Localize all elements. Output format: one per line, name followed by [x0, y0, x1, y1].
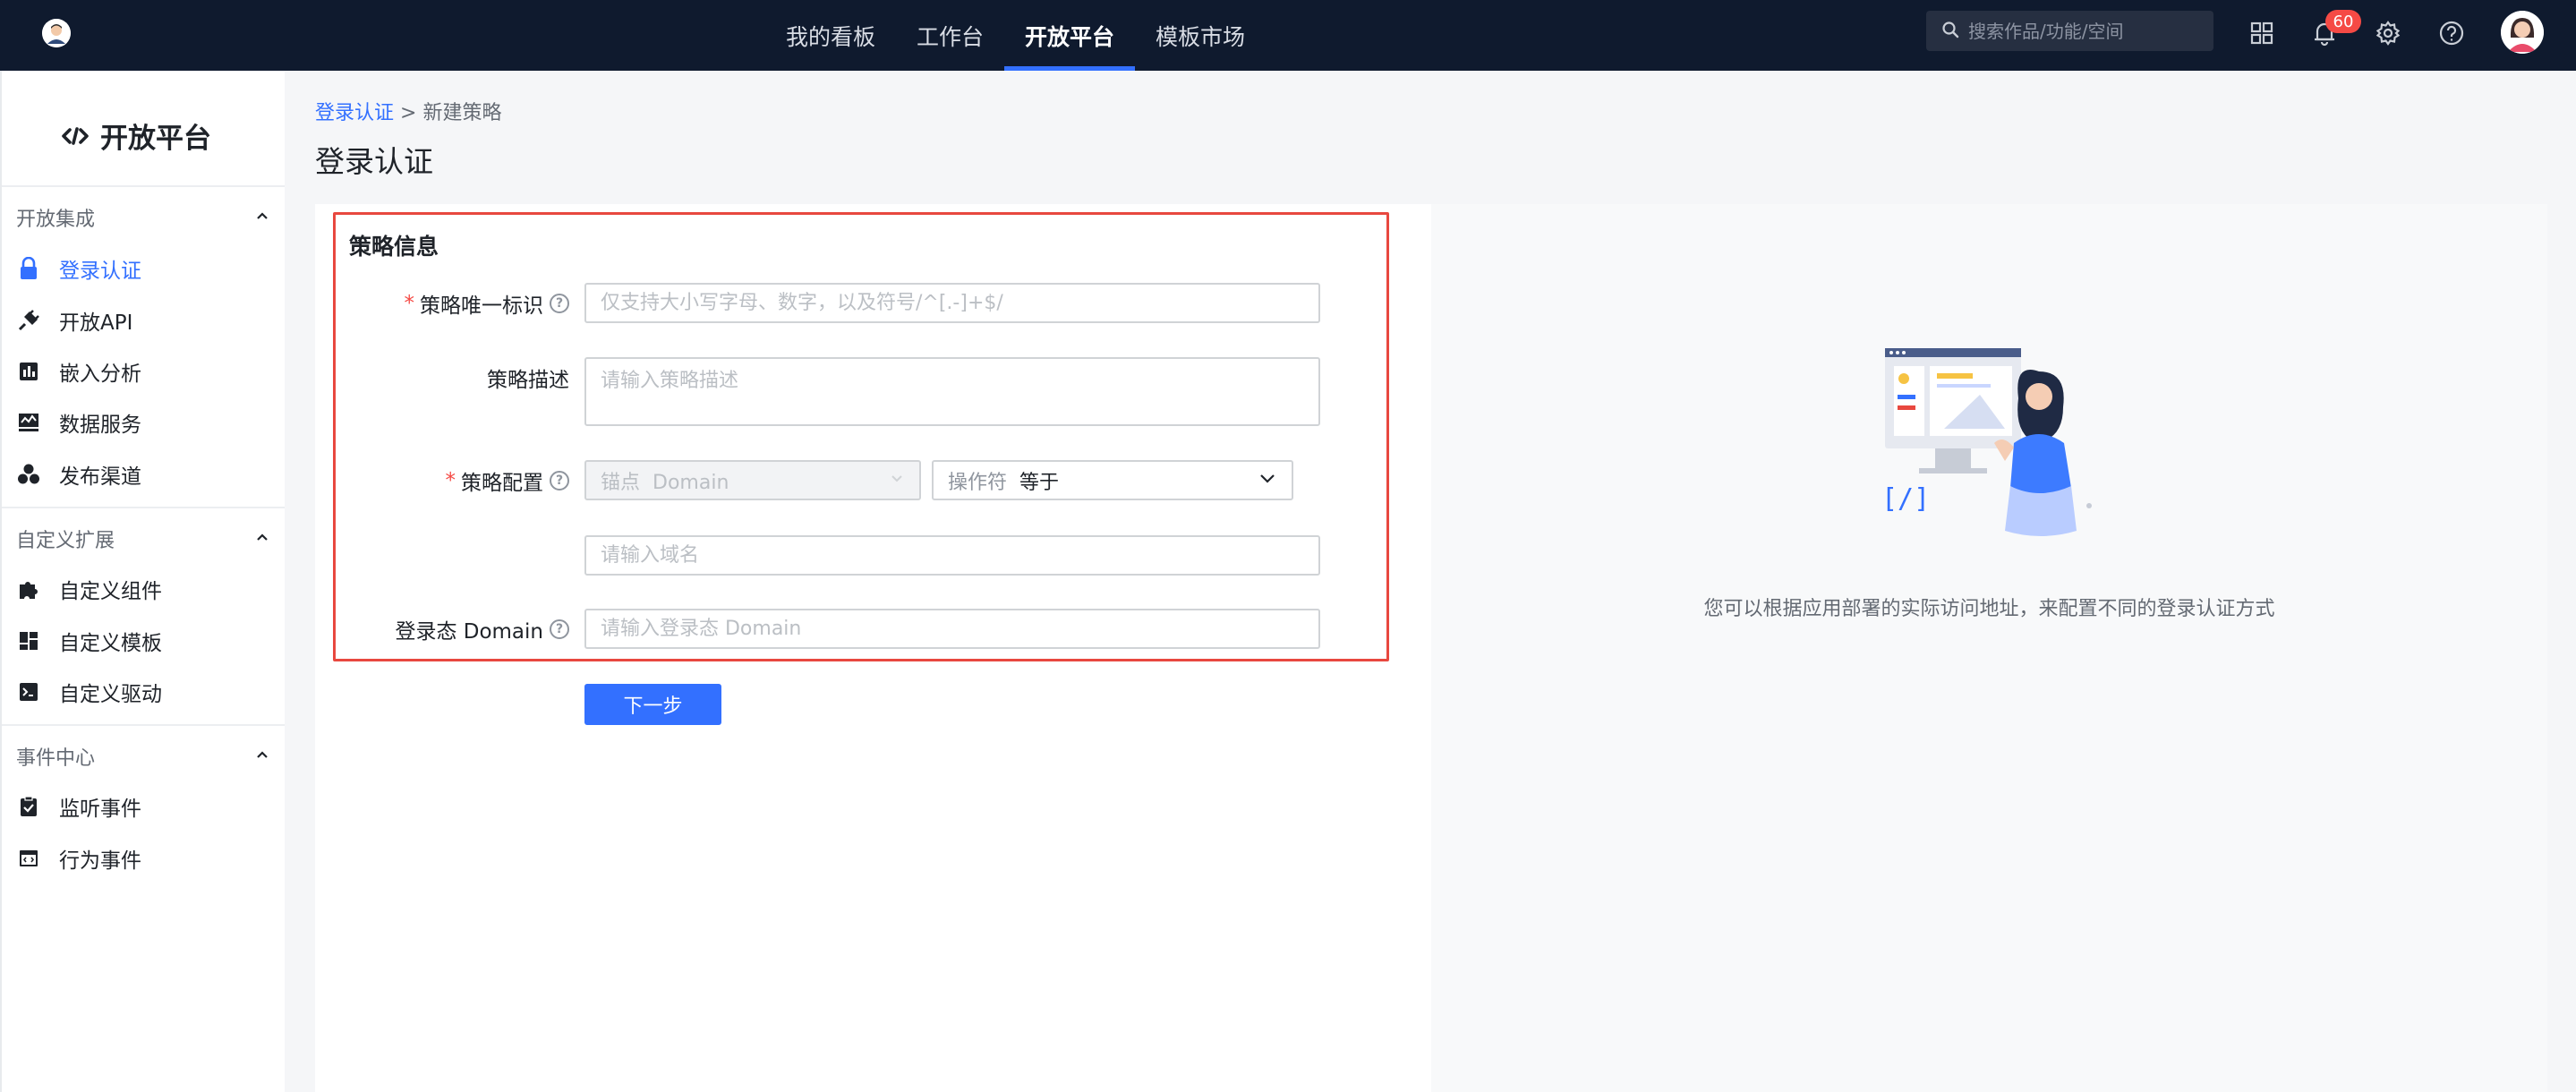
operator-select[interactable]: 操作符 等于 [932, 460, 1293, 500]
strategy-config-label-text: 策略配置 [461, 472, 543, 495]
strategy-desc-textarea[interactable] [584, 357, 1320, 426]
grid-icon[interactable] [2247, 18, 2277, 48]
sidebar-item-label: 自定义驱动 [59, 683, 162, 706]
form-section-title: 策略信息 [349, 234, 439, 260]
sidebar-section-open-integration[interactable]: 开放集成 [16, 200, 270, 235]
operator-value: 等于 [1019, 471, 1060, 494]
sidebar-section-event-center[interactable]: 事件中心 [16, 738, 270, 774]
sidebar-item-behavior-event[interactable]: 行为事件 [16, 840, 141, 876]
sidebar-item-label: 登录认证 [59, 260, 141, 283]
sidebar-item-label: 开放API [59, 311, 133, 335]
anchor-select: 锚点 Domain [584, 460, 921, 500]
breadcrumb-parent-link[interactable]: 登录认证 [315, 102, 394, 124]
breadcrumb: 登录认证 > 新建策略 [315, 97, 501, 125]
sidebar-item-label: 数据服务 [59, 414, 141, 437]
operator-prefix: 操作符 [948, 471, 1008, 494]
nav-tab-template-market[interactable]: 模板市场 [1135, 0, 1266, 71]
data-monitor-icon [16, 410, 41, 435]
svg-text:[/]: [/] [1881, 483, 1930, 515]
login-domain-label: 登录态 Domain ? [367, 614, 569, 644]
chevron-up-icon [254, 528, 270, 550]
nav-tab-open-platform[interactable]: 开放平台 [1004, 0, 1136, 71]
sidebar-item-label: 监听事件 [59, 798, 141, 821]
chevron-down-icon [1258, 468, 1277, 493]
chevron-up-icon [254, 746, 270, 768]
sidebar-item-listen-event[interactable]: 监听事件 [16, 789, 141, 824]
sidebar-item-login-auth[interactable]: 登录认证 [16, 251, 141, 286]
login-domain-label-text: 登录态 Domain [395, 620, 543, 644]
strategy-id-label-text: 策略唯一标识 [420, 294, 543, 318]
page-title: 登录认证 [315, 144, 433, 179]
login-domain-input[interactable] [584, 609, 1320, 649]
puzzle-icon [16, 576, 41, 601]
channels-icon [16, 462, 41, 487]
code-window-icon [16, 846, 41, 871]
lock-icon [16, 256, 41, 281]
sidebar-item-embedded-analysis[interactable]: 嵌入分析 [16, 354, 141, 389]
nav-tab-my-dashboard[interactable]: 我的看板 [765, 0, 896, 71]
sidebar-item-label: 嵌入分析 [59, 363, 141, 386]
sidebar-section-title: 自定义扩展 [16, 530, 115, 552]
gear-icon[interactable] [2373, 18, 2403, 48]
sidebar-item-open-api[interactable]: 开放API [16, 303, 132, 338]
search-input[interactable] [1968, 20, 2201, 42]
global-search[interactable] [1926, 11, 2213, 51]
woman-with-monitor-illustration: [/] [1880, 336, 2103, 542]
help-circle-icon[interactable]: ? [550, 471, 569, 491]
required-asterisk: * [404, 292, 415, 315]
sidebar-item-label: 自定义模板 [59, 632, 162, 655]
help-circle-icon[interactable] [2436, 18, 2467, 48]
sidebar-item-label: 自定义组件 [59, 580, 162, 603]
anchor-value: Domain [653, 471, 729, 494]
chevron-down-icon [889, 469, 905, 491]
sidebar-item-custom-template[interactable]: 自定义模板 [16, 623, 162, 659]
sidebar-item-custom-driver[interactable]: 自定义驱动 [16, 674, 162, 710]
strategy-desc-label-text: 策略描述 [487, 369, 569, 392]
strategy-id-label: * 策略唯一标识 ? [385, 288, 569, 319]
sidebar-brand: 开放平台 [61, 115, 211, 156]
template-icon [16, 628, 41, 653]
sidebar-section-title: 开放集成 [16, 209, 96, 231]
sidebar-item-label: 发布渠道 [59, 465, 141, 489]
code-bracket-icon [61, 122, 90, 150]
sidebar: 开放平台 开放集成 登录认证 开放API 嵌入分析 数据服务 发布渠道 自定义扩… [0, 71, 285, 1092]
sidebar-item-data-service[interactable]: 数据服务 [16, 405, 141, 440]
notification-badge: 60 [2325, 10, 2361, 33]
breadcrumb-current: 新建策略 [422, 102, 502, 124]
next-step-button[interactable]: 下一步 [584, 684, 721, 725]
highlight-frame [333, 212, 1389, 661]
illustration-caption: 您可以根据应用部署的实际访问地址，来配置不同的登录认证方式 [1703, 598, 2275, 620]
help-circle-icon[interactable]: ? [550, 619, 569, 639]
sidebar-divider [2, 724, 285, 726]
clipboard-check-icon [16, 794, 41, 819]
bar-chart-icon [16, 359, 41, 384]
sidebar-item-publish-channel[interactable]: 发布渠道 [16, 456, 141, 492]
sidebar-divider [2, 507, 285, 508]
strategy-config-label: * 策略配置 ? [385, 465, 569, 496]
breadcrumb-separator: > [400, 102, 417, 124]
sidebar-item-custom-component[interactable]: 自定义组件 [16, 571, 162, 607]
app-logo-avatar[interactable] [42, 19, 71, 47]
sidebar-brand-title: 开放平台 [100, 123, 211, 155]
chevron-up-icon [254, 207, 270, 229]
strategy-desc-label: 策略描述 [385, 363, 569, 393]
plug-icon [16, 308, 41, 333]
top-navigation-bar: 我的看板 工作台 开放平台 模板市场 60 [0, 0, 2576, 71]
search-icon [1941, 21, 1959, 42]
main-nav: 我的看板 工作台 开放平台 模板市场 [765, 0, 1266, 71]
sidebar-divider [2, 185, 285, 187]
sidebar-item-label: 行为事件 [59, 849, 141, 873]
nav-tab-workspace[interactable]: 工作台 [896, 0, 1004, 71]
sidebar-section-title: 事件中心 [16, 747, 96, 770]
help-circle-icon[interactable]: ? [550, 294, 569, 313]
terminal-icon [16, 679, 41, 704]
strategy-id-input[interactable] [584, 283, 1320, 323]
domain-input[interactable] [584, 535, 1320, 576]
user-avatar[interactable] [2501, 11, 2544, 54]
anchor-prefix: 锚点 [601, 471, 641, 494]
required-asterisk: * [445, 469, 456, 492]
sidebar-section-custom-extension[interactable]: 自定义扩展 [16, 521, 270, 557]
